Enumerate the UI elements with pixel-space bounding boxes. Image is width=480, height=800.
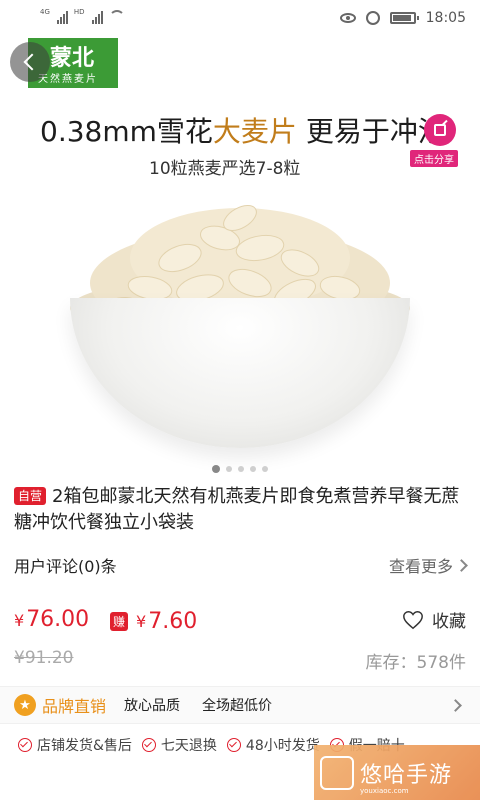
carousel-dot[interactable] (226, 466, 232, 472)
oat-bowl-image (60, 188, 420, 458)
brand-direct-bar[interactable]: ★ 品牌直销 放心品质 全场超低价 (0, 686, 480, 724)
status-right: 18:05 (339, 10, 466, 26)
reviews-label: 用户评论(0)条 (14, 557, 117, 576)
watermark-sub: youxiaoc.com (360, 787, 409, 795)
check-circle-icon (141, 738, 156, 752)
price-row: ¥76.00 赚 ¥7.60 收藏 (14, 605, 466, 637)
earn-tag: 赚 (110, 612, 129, 631)
earn-amount: 7.60 (148, 609, 198, 634)
watermark-logo: 悠哈手游 youxiaoc.com (314, 745, 480, 800)
view-more-link[interactable]: 查看更多 (388, 553, 468, 577)
brand-logo-name: 蒙北 (50, 46, 95, 71)
back-arrow-icon (23, 53, 41, 71)
favorite-label: 收藏 (432, 612, 466, 632)
service-label: 48小时发货 (245, 738, 320, 754)
original-price-row: ¥91.20 库存：578件 (14, 648, 466, 673)
status-bar: 4G HD 18:05 (0, 0, 480, 38)
service-item: 店铺发货&售后 (18, 735, 132, 755)
service-item: 48小时发货 (226, 735, 320, 755)
back-button[interactable] (10, 42, 50, 82)
view-more-label: 查看更多 (388, 557, 453, 576)
white-bowl (70, 298, 410, 448)
watermark-text: 悠哈手游 (360, 762, 453, 788)
star-icon: ★ (14, 694, 36, 716)
carousel-dot[interactable] (212, 465, 220, 473)
signal-icon-2 (91, 10, 103, 24)
sim2-tag: HD (73, 8, 85, 16)
product-title: 自营 2箱包邮蒙北天然有机燕麦片即食免煮营养早餐无蔗糖冲饮代餐独立小袋装 (14, 484, 466, 536)
share-button[interactable] (424, 114, 456, 146)
service-label: 店铺发货&售后 (37, 738, 132, 754)
wifi-icon (108, 10, 125, 22)
earn-symbol: ¥ (136, 612, 147, 631)
favorite-button[interactable]: 收藏 (402, 607, 466, 632)
signal-icon (56, 10, 68, 24)
price-symbol: ¥ (14, 611, 25, 630)
hero-subline: 10粒燕麦严选7-8粒 (149, 159, 301, 179)
sim1-tag: 4G (40, 8, 50, 16)
alarm-icon (365, 11, 380, 25)
battery-icon (389, 12, 419, 24)
chevron-right-icon (449, 698, 462, 712)
carousel-dot[interactable] (238, 466, 244, 472)
status-left: 4G HD (40, 8, 125, 24)
eye-icon (339, 13, 356, 23)
status-time: 18:05 (425, 10, 466, 26)
carousel-indicator (0, 465, 480, 473)
original-price: ¥91.20 (14, 648, 74, 668)
headline-normal1: 雪花 (156, 115, 213, 148)
hero-headline: 0.38mm雪花大麦片 更易于冲泡 (40, 110, 446, 150)
check-circle-icon (18, 738, 32, 752)
chevron-right-icon (455, 558, 468, 572)
headline-prefix: 0.38mm (40, 115, 157, 148)
product-image-carousel[interactable]: 蒙北 天然燕麦片 0.38mm雪花大麦片 更易于冲泡 10粒燕麦严选7-8粒 点… (0, 38, 480, 478)
carousel-dot[interactable] (250, 466, 256, 472)
watermark-icon (320, 755, 354, 790)
brand-direct-label: 品牌直销 (42, 697, 107, 716)
check-circle-icon (226, 738, 241, 752)
reviews-row[interactable]: 用户评论(0)条 查看更多 (14, 553, 468, 577)
current-price: ¥76.00 (14, 607, 89, 632)
service-item: 七天退换 (141, 735, 217, 755)
brand-feature: 全场超低价 (202, 698, 273, 714)
price-value: 76.00 (26, 607, 90, 632)
heart-icon (403, 610, 423, 629)
earn-commission: 赚 ¥7.60 (110, 609, 197, 634)
service-label: 七天退换 (160, 738, 217, 754)
share-icon (434, 124, 446, 136)
stock-count: 库存：578件 (365, 653, 466, 673)
carousel-dot[interactable] (262, 466, 268, 472)
self-operated-badge: 自营 (14, 487, 47, 505)
product-title-text: 2箱包邮蒙北天然有机燕麦片即食免煮营养早餐无蔗糖冲饮代餐独立小袋装 (14, 486, 460, 533)
brand-feature: 放心品质 (124, 698, 181, 714)
headline-highlight: 大麦片 (212, 115, 297, 148)
share-label[interactable]: 点击分享 (410, 150, 458, 167)
